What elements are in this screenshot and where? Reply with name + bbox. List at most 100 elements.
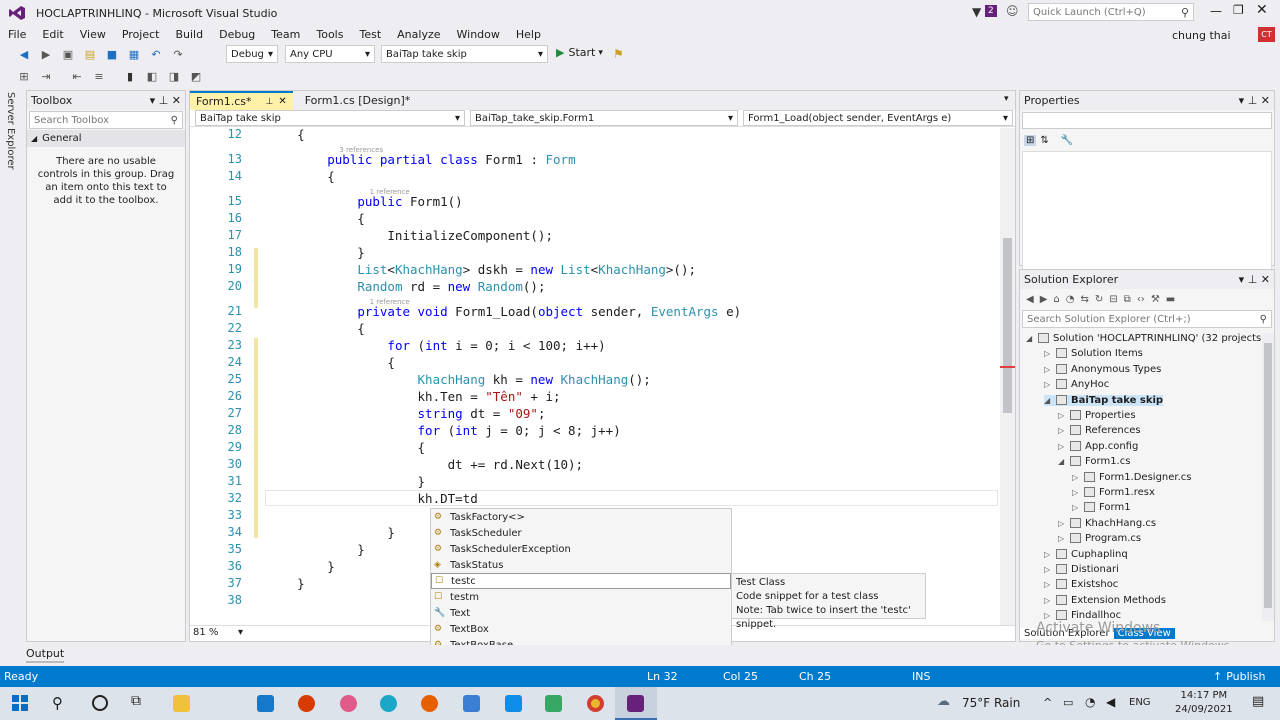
cortana-icon[interactable] — [92, 695, 108, 711]
sync-icon[interactable]: ⇆ — [1081, 294, 1089, 305]
indent-icon[interactable]: ⇥ — [38, 68, 54, 84]
back-icon[interactable]: ◀ — [16, 46, 32, 62]
menu-test[interactable]: Test — [351, 28, 389, 41]
solution-tree-item[interactable]: ▷ References — [1058, 425, 1141, 436]
notifications-icon[interactable]: ▤ — [1252, 694, 1264, 709]
menu-analyze[interactable]: Analyze — [389, 28, 448, 41]
solution-tree-item[interactable]: ◢ Solution 'HOCLAPTRINHLINQ' (32 projects… — [1026, 333, 1265, 344]
app-icon[interactable] — [545, 695, 562, 712]
properties-object-select[interactable] — [1022, 112, 1272, 129]
code-line[interactable]: InitializeComponent(); — [267, 228, 553, 243]
completion-item[interactable]: ⚙ TaskScheduler — [431, 525, 731, 541]
solution-tree-item[interactable]: ◢ BaiTap take skip — [1044, 394, 1164, 406]
scrollbar-thumb[interactable] — [1003, 238, 1012, 413]
pin-icon[interactable]: ⊥ — [1248, 94, 1258, 107]
clear-bookmarks-icon[interactable]: ◩ — [188, 68, 204, 84]
code-line[interactable]: dt += rd.Next(10); — [267, 457, 583, 472]
solution-tree-item[interactable]: ▷ Form1.resx — [1072, 487, 1155, 498]
code-line[interactable]: } — [267, 542, 365, 557]
code-line[interactable]: public Form1() — [267, 194, 462, 209]
preview-icon[interactable]: ▬ — [1166, 294, 1175, 305]
publish-button[interactable]: ↑ Publish — [1213, 670, 1265, 683]
close-button[interactable]: ✕ — [1256, 2, 1268, 18]
code-line[interactable]: Random rd = new Random(); — [267, 279, 545, 294]
solution-scrollbar[interactable] — [1262, 333, 1274, 621]
weather-text[interactable]: 75°F Rain — [962, 696, 1020, 710]
intellisense-list[interactable]: ⚙ TaskFactory<> ⚙ TaskScheduler ⚙ TaskSchedul… — [430, 508, 732, 654]
pin-icon[interactable]: ⊥ — [265, 97, 273, 107]
solution-tree-item[interactable]: ▷ Extension Methods — [1044, 594, 1166, 606]
startup-project-select[interactable]: BaiTap take skip ▾ — [381, 45, 548, 63]
undo-icon[interactable]: ↶ — [148, 46, 164, 62]
chrome-icon[interactable] — [587, 695, 604, 712]
tab-overflow-icon[interactable]: ▾ — [1004, 94, 1009, 104]
solution-tree-item[interactable]: ▷ Existshoc — [1044, 579, 1118, 590]
class-nav-select[interactable]: BaiTap_take_skip.Form1 ▾ — [470, 110, 738, 126]
expand-arrow-icon[interactable]: ▷ — [1044, 349, 1056, 358]
expand-arrow-icon[interactable]: ▷ — [1058, 519, 1070, 528]
expand-arrow-icon[interactable]: ▷ — [1044, 550, 1056, 559]
code-line[interactable]: { — [267, 321, 365, 336]
collapse-all-icon[interactable]: ⊟ — [1109, 294, 1117, 305]
quick-launch-input[interactable]: Quick Launch (Ctrl+Q) ⚲ — [1028, 3, 1194, 21]
menu-help[interactable]: Help — [508, 28, 549, 41]
close-icon[interactable]: ✕ — [1261, 94, 1270, 107]
expand-arrow-icon[interactable]: ▷ — [1044, 380, 1056, 389]
solution-tree-item[interactable]: ▷ Cuphaplinq — [1044, 548, 1128, 560]
close-icon[interactable]: ✕ — [278, 96, 286, 107]
server-explorer-tab[interactable]: Server Explorer — [5, 90, 16, 170]
code-line[interactable]: } — [267, 245, 365, 260]
open-icon[interactable]: ▤ — [82, 46, 98, 62]
code-line[interactable]: public partial class Form1 : Form — [267, 152, 575, 167]
new-project-icon[interactable]: ▣ — [60, 46, 76, 62]
configuration-select[interactable]: Debug ▾ — [226, 45, 278, 63]
code-line[interactable]: for (int j = 0; j < 8; j++) — [267, 423, 621, 438]
code-line[interactable]: string dt = "09"; — [267, 406, 546, 421]
completion-item[interactable]: 🔧 Text — [431, 605, 731, 621]
dropdown-icon[interactable]: ▾ — [1239, 94, 1245, 107]
code-line[interactable]: kh.Ten = "Tên" + i; — [267, 389, 561, 404]
tab-form1-cs[interactable]: Form1.cs* ⊥ ✕ — [190, 91, 293, 110]
expand-arrow-icon[interactable]: ▷ — [1044, 365, 1056, 374]
code-line[interactable]: } — [267, 576, 305, 591]
output-tab[interactable]: Output — [26, 647, 65, 663]
back-icon[interactable]: ◀ — [1026, 294, 1034, 305]
menu-view[interactable]: View — [72, 28, 114, 41]
solution-tree-item[interactable]: ◢ Form1.cs — [1058, 456, 1130, 467]
completion-item[interactable]: ⚙ TextBox — [431, 621, 731, 637]
teamviewer-icon[interactable] — [505, 695, 522, 712]
project-nav-select[interactable]: BaiTap take skip ▾ — [195, 110, 465, 126]
tab-form1-design[interactable]: Form1.cs [Design]* — [299, 91, 417, 110]
menu-debug[interactable]: Debug — [211, 28, 263, 41]
pin-icon[interactable]: ⊥ — [159, 94, 169, 107]
home-icon[interactable]: ⌂ — [1053, 294, 1059, 305]
solution-tree-item[interactable]: ▷ App.config — [1058, 440, 1138, 452]
minimize-button[interactable]: — — [1210, 4, 1222, 18]
pending-changes-icon[interactable]: ◔ — [1066, 294, 1075, 305]
solution-tree-item[interactable]: ▷ Form1 — [1072, 502, 1131, 513]
edge-icon[interactable] — [380, 695, 397, 712]
redo-icon[interactable]: ↷ — [170, 46, 186, 62]
scrollbar-thumb[interactable] — [1264, 343, 1272, 608]
network-icon[interactable]: ◔ — [1085, 695, 1095, 709]
language-indicator[interactable]: ENG — [1129, 697, 1151, 708]
code-line[interactable]: } — [267, 525, 395, 540]
filter-icon[interactable]: ▼ — [972, 5, 981, 19]
completion-item[interactable]: ⚙ TaskFactory<> — [431, 509, 731, 525]
format-icon[interactable]: ⊞ — [16, 68, 32, 84]
toolbox-search-input[interactable]: Search Toolbox ⚲ — [29, 111, 183, 129]
solution-tree-item[interactable]: ▷ Program.cs — [1058, 533, 1141, 544]
solution-tree-item[interactable]: ▷ Distionari — [1044, 564, 1119, 575]
firefox-icon[interactable] — [421, 695, 438, 712]
solution-tree-item[interactable]: ▷ Form1.Designer.cs — [1072, 471, 1192, 483]
notification-badge[interactable]: 2 — [985, 5, 997, 17]
member-nav-select[interactable]: Form1_Load(object sender, EventArgs e) ▾ — [743, 110, 1013, 126]
expand-arrow-icon[interactable]: ▷ — [1058, 442, 1070, 451]
bookmark-icon[interactable]: ▮ — [122, 68, 138, 84]
menu-edit[interactable]: Edit — [34, 28, 71, 41]
solution-tree-item[interactable]: ▷ KhachHang.cs — [1058, 517, 1156, 529]
vertical-scrollbar[interactable] — [1000, 128, 1015, 625]
expand-arrow-icon[interactable]: ▷ — [1072, 473, 1084, 482]
office-icon[interactable] — [298, 695, 315, 712]
platform-select[interactable]: Any CPU ▾ — [285, 45, 375, 63]
